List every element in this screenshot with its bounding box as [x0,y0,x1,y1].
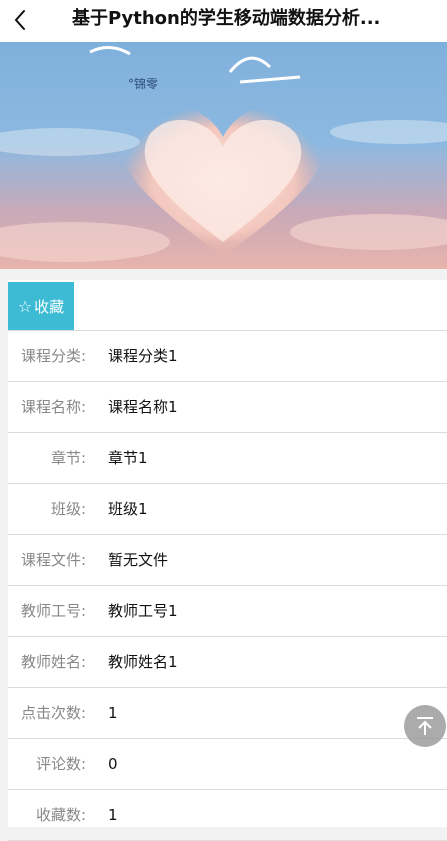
field-row-comments: 评论数: 0 [8,739,447,790]
field-value: 班级1 [108,500,148,518]
field-row-teacher-id: 教师工号: 教师工号1 [8,586,447,637]
field-label: 教师姓名: [20,653,86,671]
field-label: 课程名称: [20,398,86,416]
field-label: 班级: [50,500,86,518]
svg-text:°锦零: °锦零 [128,77,158,91]
star-outline-icon: ☆ [17,296,33,316]
field-label: 课程文件: [20,551,86,569]
field-row-class: 班级: 班级1 [8,484,447,535]
field-label: 课程分类: [20,347,86,365]
course-banner-image: °锦零 [0,42,447,269]
arrow-up-to-top-icon [417,717,433,735]
field-row-clicks: 点击次数: 1 [8,688,447,739]
field-row-course-file: 课程文件: 暂无文件 [8,535,447,586]
back-button[interactable] [6,4,34,36]
field-row-category: 课程分类: 课程分类1 [8,331,447,382]
field-row-course-name: 课程名称: 课程名称1 [8,382,447,433]
field-row-favorites: 收藏数: 1 [8,790,447,841]
field-row-chapter: 章节: 章节1 [8,433,447,484]
detail-fields: 课程分类: 课程分类1 课程名称: 课程名称1 章节: 章节1 班级: 班级1 … [8,331,447,841]
field-value: 课程分类1 [108,347,178,365]
chevron-left-icon [14,10,25,30]
field-value: 1 [108,704,118,722]
field-value: 教师工号1 [108,602,178,620]
scroll-to-top-button[interactable] [404,705,446,747]
field-row-teacher-name: 教师姓名: 教师姓名1 [8,637,447,688]
field-label: 章节: [50,449,86,467]
favorite-label: 收藏 [34,297,65,316]
field-value: 暂无文件 [108,551,169,569]
field-label: 收藏数: [35,806,86,824]
field-value: 0 [108,755,118,773]
course-detail-card: ☆ 收藏 课程分类: 课程分类1 课程名称: 课程名称1 章节: 章节1 班级:… [8,280,447,841]
top-bar: 基于Python的学生移动端数据分析... [0,0,447,42]
field-label: 点击次数: [20,704,86,722]
field-value: 章节1 [108,449,148,467]
field-label: 评论数: [35,755,86,773]
favorite-button[interactable]: ☆ 收藏 [8,282,74,330]
page-title: 基于Python的学生移动端数据分析... [72,8,381,29]
field-value: 1 [108,806,118,824]
field-value: 课程名称1 [108,398,178,416]
field-value: 教师姓名1 [108,653,178,671]
field-label: 教师工号: [20,602,86,620]
